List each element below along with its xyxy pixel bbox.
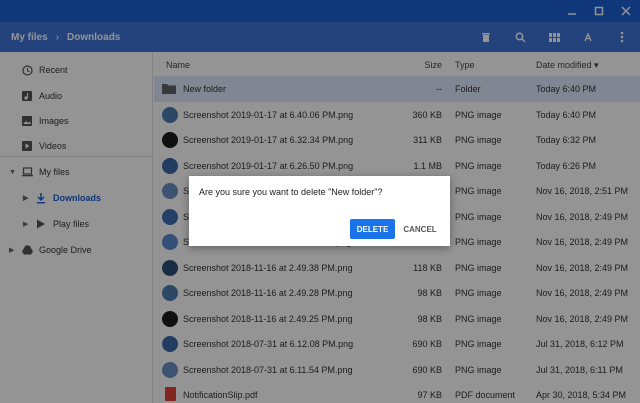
cancel-button[interactable]: CANCEL — [399, 219, 441, 239]
dialog-message: Are you sure you want to delete "New fol… — [199, 187, 383, 197]
confirm-delete-dialog: Are you sure you want to delete "New fol… — [189, 176, 450, 246]
delete-button[interactable]: DELETE — [350, 219, 395, 239]
